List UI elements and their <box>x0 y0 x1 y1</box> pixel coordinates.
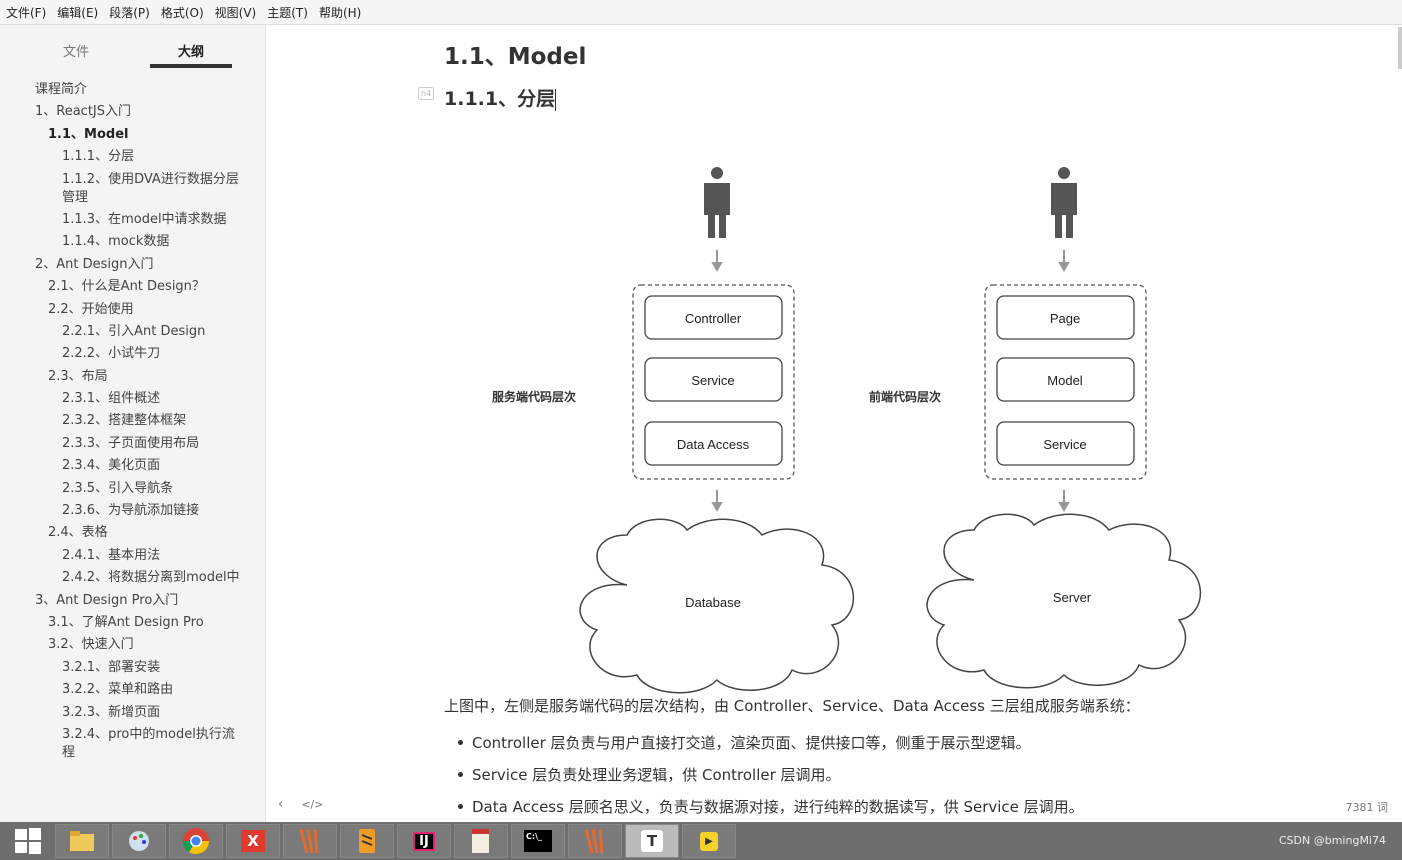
menu-edit[interactable]: 编辑(E) <box>57 4 98 21</box>
footer-nav: ‹ </> <box>278 797 323 812</box>
outline-item[interactable]: 1.1、Model <box>0 126 266 144</box>
outline-item[interactable]: 3.2、快速入门 <box>0 636 266 654</box>
menu-view[interactable]: 视图(V) <box>215 4 257 21</box>
diagram-label: 前端代码层次 <box>869 389 941 404</box>
arrow-icon <box>1058 250 1070 273</box>
menu-theme[interactable]: 主题(T) <box>267 4 308 21</box>
layer-label: Service <box>1043 437 1086 452</box>
layer-label: Data Access <box>677 437 750 452</box>
player-icon[interactable]: ▶ <box>682 824 736 858</box>
arrow-icon <box>711 250 723 273</box>
outline-item[interactable]: 1.1.4、mock数据 <box>0 233 266 251</box>
outline-item[interactable]: 3.2.2、菜单和路由 <box>0 681 266 699</box>
taskbar: X IJ C:\_ T ▶ CSDN @bmingMi74 <box>0 822 1402 860</box>
paint-icon[interactable] <box>112 824 166 858</box>
person-icon <box>1058 167 1070 179</box>
outline-item[interactable]: 2.3.1、组件概述 <box>0 390 266 408</box>
tab-outline[interactable]: 大纲 <box>178 41 204 60</box>
editor[interactable]: 1.1、Model h4 1.1.1、分层 Controller Service D… <box>266 25 1402 822</box>
outline-item[interactable]: 2.3.2、搭建整体框架 <box>0 412 266 430</box>
bullet-item[interactable]: Data Access 层顾名思义，负责与数据源对接，进行纯粹的数据读写，供 S… <box>458 796 1084 817</box>
outline-item[interactable]: 2.4、表格 <box>0 524 266 542</box>
prev-button[interactable]: ‹ <box>278 797 283 812</box>
word-count: 7381 词 <box>1345 801 1389 814</box>
menu-format[interactable]: 格式(O) <box>161 4 204 21</box>
source-mode-button[interactable]: </> <box>301 798 323 811</box>
outline-item[interactable]: 2.3、布局 <box>0 368 266 386</box>
outline-item[interactable]: 2.3.5、引入导航条 <box>0 480 266 498</box>
tab-files[interactable]: 文件 <box>63 41 89 60</box>
menu-paragraph[interactable]: 段落(P) <box>109 4 150 21</box>
arrow-icon <box>1058 490 1070 513</box>
xmind-icon[interactable]: X <box>226 824 280 858</box>
outline-item[interactable]: 2.1、什么是Ant Design？ <box>0 278 266 296</box>
outline-item[interactable]: 2、Ant Design入门 <box>0 256 266 274</box>
outline-item[interactable]: 1.1.1、分层 <box>0 148 266 166</box>
outline-item[interactable]: 2.3.6、为导航添加链接 <box>0 502 266 520</box>
person-icon <box>711 167 723 179</box>
notepad-icon[interactable] <box>454 824 508 858</box>
outline-list: 课程简介 1、ReactJS入门 1.1、Model 1.1.1、分层 1.1.2、使用… <box>0 81 266 766</box>
layer-label: Service <box>691 373 734 388</box>
layer-label: Controller <box>685 311 742 326</box>
bullet-item[interactable]: Controller 层负责与用户直接打交道，渲染页面、提供接口等，侧重于展示型… <box>458 732 1031 753</box>
app-stripes-icon[interactable] <box>283 824 337 858</box>
layer-label: Page <box>1050 311 1080 326</box>
app-stripes-2-icon[interactable] <box>568 824 622 858</box>
cloud-label: Database <box>685 595 741 610</box>
tray-watermark: CSDN @bmingMi74 <box>1278 834 1386 847</box>
outline-item[interactable]: 2.4.1、基本用法 <box>0 547 266 565</box>
outline-item[interactable]: 2.3.3、子页面使用布局 <box>0 435 266 453</box>
outline-item[interactable]: 3.2.4、pro中的model执行流程 <box>0 726 266 762</box>
outline-item[interactable]: 1、ReactJS入门 <box>0 103 266 121</box>
outline-item[interactable]: 1.1.2、使用DVA进行数据分层管理 <box>0 171 266 207</box>
chrome-icon[interactable] <box>169 824 223 858</box>
menu-file[interactable]: 文件(F) <box>6 4 46 21</box>
sidebar: 文件 大纲 课程简介 1、ReactJS入门 1.1、Model 1.1.1、分层 1.… <box>0 25 266 822</box>
outline-item[interactable]: 2.4.2、将数据分离到model中 <box>0 569 266 587</box>
diagram-label: 服务端代码层次 <box>492 389 576 404</box>
layer-diagram: Controller Service Data Access 服务端代码层次 Datab… <box>492 167 1202 694</box>
outline-item[interactable]: 2.2.2、小试牛刀 <box>0 345 266 363</box>
outline-item[interactable]: 3.1、了解Ant Design Pro <box>0 614 266 632</box>
sublime-icon[interactable] <box>340 824 394 858</box>
person-icon <box>704 183 730 238</box>
active-tab-indicator <box>150 64 232 68</box>
menu-help[interactable]: 帮助(H) <box>319 4 361 21</box>
outline-item[interactable]: 3.2.3、新增页面 <box>0 704 266 722</box>
cmd-icon[interactable]: C:\_ <box>511 824 565 858</box>
intellij-icon[interactable]: IJ <box>397 824 451 858</box>
menu-bar: 文件(F) 编辑(E) 段落(P) 格式(O) 视图(V) 主题(T) 帮助(H… <box>0 0 1402 25</box>
outline-item[interactable]: 2.2.1、引入Ant Design <box>0 323 266 341</box>
outline-item[interactable]: 3.2.1、部署安装 <box>0 659 266 677</box>
typora-icon[interactable]: T <box>625 824 679 858</box>
windows-start-icon[interactable] <box>4 824 52 858</box>
outline-item[interactable]: 3、Ant Design Pro入门 <box>0 592 266 610</box>
paragraph[interactable]: 上图中，左侧是服务端代码的层次结构，由 Controller、Service、D… <box>444 695 1140 716</box>
outline-item[interactable]: 1.1.3、在model中请求数据 <box>0 211 266 229</box>
outline-item[interactable]: 课程简介 <box>0 81 266 99</box>
layer-label: Model <box>1047 373 1083 388</box>
outline-item[interactable]: 2.2、开始使用 <box>0 301 266 319</box>
outline-item[interactable]: 2.3.4、美化页面 <box>0 457 266 475</box>
person-icon <box>1051 183 1077 238</box>
bullet-item[interactable]: Service 层负责处理业务逻辑，供 Controller 层调用。 <box>458 764 841 785</box>
file-explorer-icon[interactable] <box>55 824 109 858</box>
arrow-icon <box>711 490 723 513</box>
cloud-label: Server <box>1053 590 1092 605</box>
